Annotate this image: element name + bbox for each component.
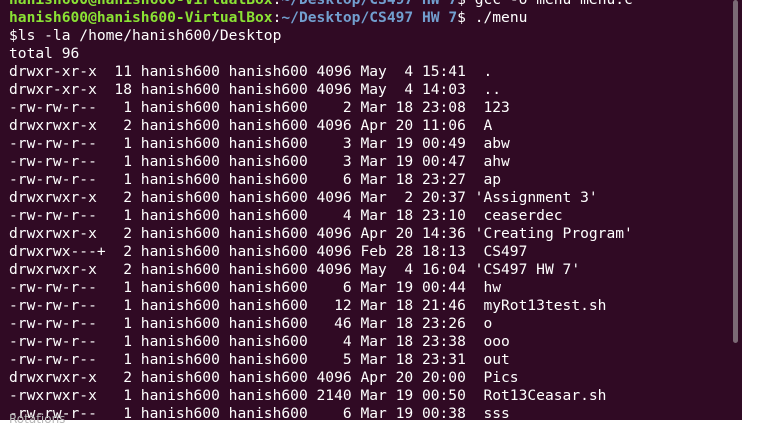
prompt-path: ~/Desktop/CS497 HW 7 xyxy=(281,9,458,26)
listing-row: -rw-rw-r-- 1 hanish600 hanish600 4 Mar 1… xyxy=(9,333,510,350)
command-echo: $ls -la /home/hanish600/Desktop xyxy=(9,27,282,44)
listing-row: drwxrwxr-x 2 hanish600 hanish600 4096 Ma… xyxy=(9,189,598,206)
listing-row: -rw-rw-r-- 1 hanish600 hanish600 46 Mar … xyxy=(9,315,493,332)
listing-row: drwxrwx---+ 2 hanish600 hanish600 4096 F… xyxy=(9,243,528,260)
prompt-line-run: hanish600@hanish600-VirtualBox:~/Desktop… xyxy=(9,9,633,27)
prompt-line-compile: hanish600@hanish600-VirtualBox:~/Desktop… xyxy=(9,0,633,9)
terminal-output: hanish600@hanish600-VirtualBox:~/Desktop… xyxy=(9,0,633,420)
terminal-window[interactable]: hanish600@hanish600-VirtualBox:~/Desktop… xyxy=(0,0,742,420)
listing-row: drwxr-xr-x 18 hanish600 hanish600 4096 M… xyxy=(9,81,502,98)
listing-row: -rw-rw-r-- 1 hanish600 hanish600 3 Mar 1… xyxy=(9,135,510,152)
directory-listing: drwxr-xr-x 11 hanish600 hanish600 4096 M… xyxy=(9,63,633,420)
prompt-user-host: hanish600@hanish600-VirtualBox xyxy=(9,0,273,8)
desktop-strip xyxy=(0,420,757,436)
listing-row: -rw-rw-r-- 1 hanish600 hanish600 4 Mar 1… xyxy=(9,207,563,224)
listing-row: -rw-rw-r-- 1 hanish600 hanish600 6 Mar 1… xyxy=(9,171,502,188)
listing-row: -rw-rw-r-- 1 hanish600 hanish600 2 Mar 1… xyxy=(9,99,510,116)
scrollbar-thumb[interactable] xyxy=(733,0,738,343)
listing-row: drwxrwxr-x 2 hanish600 hanish600 4096 Ap… xyxy=(9,225,633,242)
listing-row: drwxr-xr-x 11 hanish600 hanish600 4096 M… xyxy=(9,63,493,80)
listing-row: -rw-rw-r-- 1 hanish600 hanish600 5 Mar 1… xyxy=(9,351,510,368)
listing-row: drwxrwxr-x 2 hanish600 hanish600 4096 Ap… xyxy=(9,369,519,386)
listing-row: -rw-rw-r-- 1 hanish600 hanish600 6 Mar 1… xyxy=(9,279,502,296)
prompt-path: ~/Desktop/CS497 HW 7 xyxy=(281,0,457,8)
listing-row: -rw-rw-r-- 1 hanish600 hanish600 6 Mar 1… xyxy=(9,405,510,420)
listing-row: drwxrwxr-x 2 hanish600 hanish600 4096 Ma… xyxy=(9,261,581,278)
listing-row: -rwxrwxr-x 1 hanish600 hanish600 2140 Ma… xyxy=(9,387,607,404)
listing-row: -rw-rw-r-- 1 hanish600 hanish600 3 Mar 1… xyxy=(9,153,510,170)
listing-total: total 96 xyxy=(9,45,80,62)
prompt-command: $ gcc -o menu menu.c xyxy=(457,0,633,8)
listing-row: -rw-rw-r-- 1 hanish600 hanish600 12 Mar … xyxy=(9,297,607,314)
listing-row: drwxrwxr-x 2 hanish600 hanish600 4096 Ap… xyxy=(9,117,493,134)
partially-hidden-label: Rotations xyxy=(9,412,66,426)
prompt-command: $ ./menu xyxy=(457,9,528,26)
prompt-user-host: hanish600@hanish600-VirtualBox xyxy=(9,9,273,26)
